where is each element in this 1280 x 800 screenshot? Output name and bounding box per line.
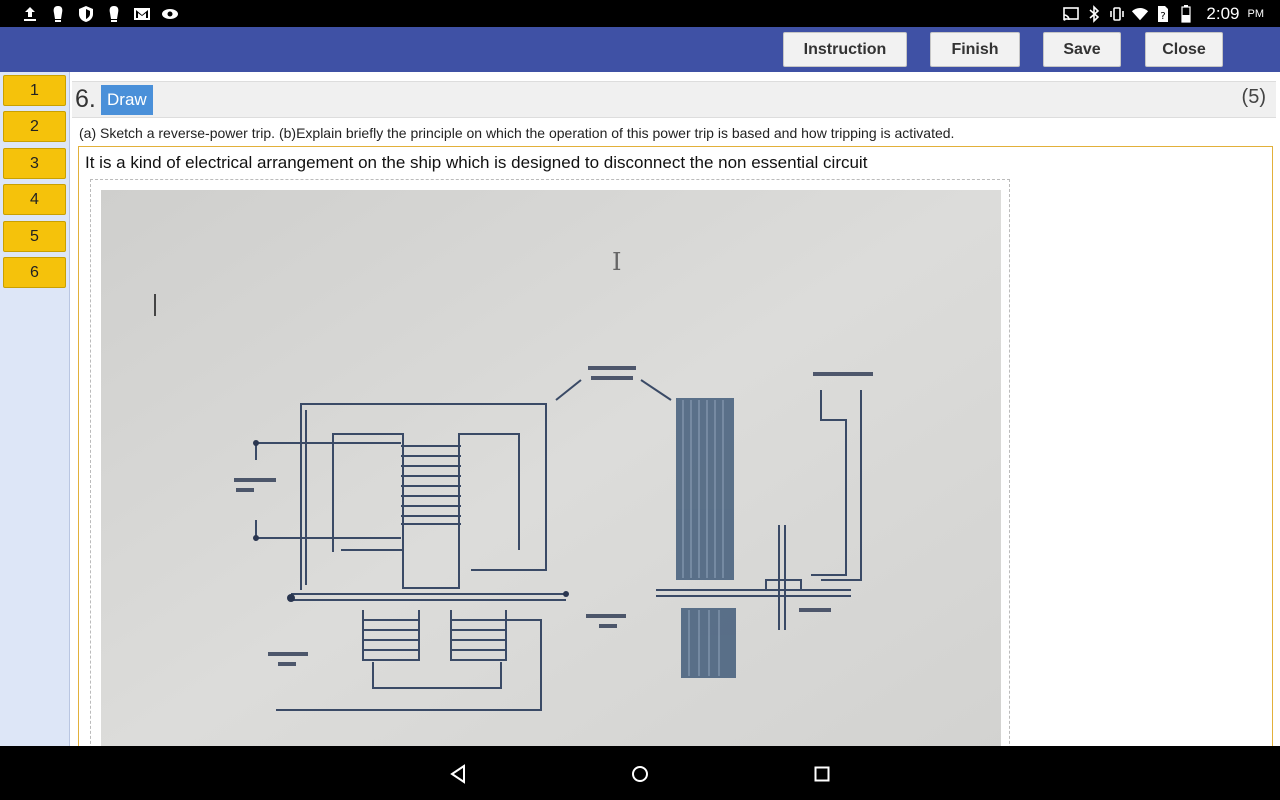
question-nav-1[interactable]: 1 bbox=[3, 75, 66, 106]
bluetooth-icon bbox=[1085, 4, 1103, 23]
answer-editor[interactable]: It is a kind of electrical arrangement o… bbox=[78, 146, 1273, 746]
sim-icon: ? bbox=[1154, 5, 1172, 23]
vibrate-icon bbox=[1108, 5, 1126, 23]
instruction-button[interactable]: Instruction bbox=[783, 32, 907, 67]
question-nav-3[interactable]: 3 bbox=[3, 148, 66, 179]
sketch-drawing bbox=[101, 190, 1001, 746]
text-caret bbox=[154, 294, 156, 316]
question-number: 6. bbox=[75, 85, 96, 113]
toolbar: Instruction Finish Save Close bbox=[0, 27, 1280, 72]
question-marks: (5) bbox=[1241, 86, 1266, 108]
status-icons-right: ? 2:09 PM bbox=[1062, 3, 1264, 24]
recents-icon[interactable] bbox=[808, 760, 836, 788]
question-header: 6. Draw (5) bbox=[72, 81, 1276, 118]
answer-text[interactable]: It is a kind of electrical arrangement o… bbox=[85, 153, 867, 173]
upload-icon bbox=[20, 4, 39, 23]
reverse-power-trip-sketch bbox=[101, 190, 1001, 746]
shield-icon bbox=[76, 4, 95, 23]
back-icon[interactable] bbox=[444, 760, 472, 788]
content-area: 1 2 3 4 5 6 6. Draw (5) (a) Sketch a rev… bbox=[0, 72, 1280, 746]
ibeam-cursor-icon: I bbox=[612, 248, 622, 276]
question-type-badge: Draw bbox=[101, 85, 153, 115]
question-nav-2[interactable]: 2 bbox=[3, 111, 66, 142]
notification-icon bbox=[48, 4, 67, 23]
home-icon[interactable] bbox=[626, 760, 654, 788]
notification-icon bbox=[104, 4, 123, 23]
svg-text:?: ? bbox=[1161, 11, 1166, 22]
status-icons-left bbox=[20, 3, 179, 24]
save-button[interactable]: Save bbox=[1043, 32, 1121, 67]
eye-icon bbox=[160, 4, 179, 23]
question-text: (a) Sketch a reverse-power trip. (b)Expl… bbox=[79, 125, 955, 141]
question-nav-5[interactable]: 5 bbox=[3, 221, 66, 252]
gmail-icon bbox=[132, 4, 151, 23]
cast-icon bbox=[1062, 5, 1080, 23]
status-bar: ? 2:09 PM bbox=[0, 0, 1280, 27]
status-time: 2:09 bbox=[1206, 3, 1240, 23]
answer-image-frame[interactable] bbox=[90, 179, 1010, 746]
battery-icon bbox=[1177, 4, 1195, 23]
question-sidebar: 1 2 3 4 5 6 bbox=[0, 72, 70, 746]
question-nav-6[interactable]: 6 bbox=[3, 257, 66, 288]
close-button[interactable]: Close bbox=[1145, 32, 1223, 67]
finish-button[interactable]: Finish bbox=[930, 32, 1020, 67]
wifi-icon bbox=[1131, 5, 1149, 23]
nav-bar bbox=[0, 746, 1280, 800]
question-nav-4[interactable]: 4 bbox=[3, 184, 66, 215]
status-ampm: PM bbox=[1247, 7, 1265, 20]
